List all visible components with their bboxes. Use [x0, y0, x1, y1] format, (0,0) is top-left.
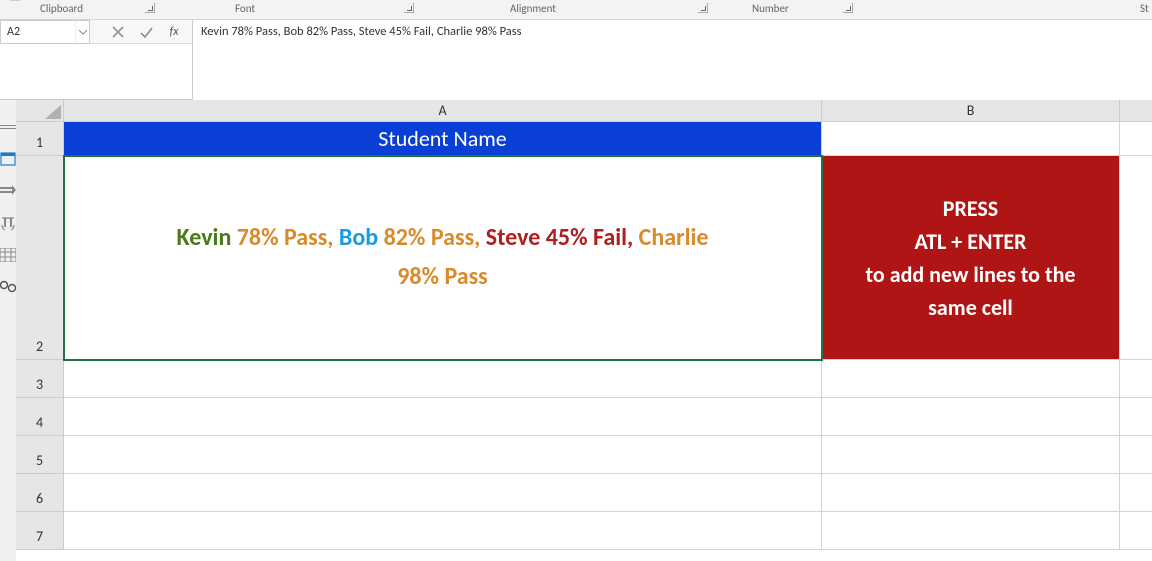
cell-A5[interactable] [64, 436, 822, 474]
cell-B2-content: PRESS ATL + ENTER to add new lines to th… [840, 192, 1101, 324]
clipboard-launcher-icon[interactable] [145, 3, 155, 13]
name-box-value[interactable]: A2 [1, 25, 75, 39]
formula-bar-row: A2 fx Kevin 78% Pass, Bob 82% Pass, Stev… [0, 20, 1152, 100]
pane-icon-1[interactable] [0, 120, 16, 134]
cell-A2-content: Kevin 78% Pass, Bob 82% Pass, Steve 45% … [177, 219, 709, 296]
cell-C1[interactable] [1120, 122, 1152, 156]
pane-icon-5[interactable] [0, 248, 16, 262]
alignment-launcher-icon[interactable] [698, 3, 708, 13]
row-header-3[interactable]: 3 [16, 360, 64, 398]
cancel-entry-button[interactable] [110, 24, 126, 40]
cell-B3[interactable] [822, 360, 1120, 398]
font-launcher-icon[interactable] [404, 3, 414, 13]
name-box-dropdown-icon[interactable] [75, 21, 89, 43]
format-painter-label: Format Painter [26, 0, 86, 1]
ribbon-group-number: Number [752, 2, 789, 15]
cell-C7[interactable] [1120, 512, 1152, 550]
ribbon-group-styles: St [1140, 2, 1149, 15]
row-header-6[interactable]: 6 [16, 474, 64, 512]
formula-input[interactable]: Kevin 78% Pass, Bob 82% Pass, Steve 45% … [192, 20, 1152, 100]
cell-C4[interactable] [1120, 398, 1152, 436]
cell-A3[interactable] [64, 360, 822, 398]
ribbon-group-font: Font [235, 2, 255, 15]
name-box[interactable]: A2 [0, 20, 90, 44]
cell-B4[interactable] [822, 398, 1120, 436]
ribbon-group-strip: Format Painter Clipboard Font Alignment … [0, 0, 1152, 20]
row-header-5[interactable]: 5 [16, 436, 64, 474]
cell-A1[interactable]: Student Name [64, 122, 822, 156]
cell-B7[interactable] [822, 512, 1120, 550]
cell-A2[interactable]: Kevin 78% Pass, Bob 82% Pass, Steve 45% … [64, 156, 822, 360]
select-all-corner[interactable] [16, 100, 64, 122]
pane-icon-4[interactable] [0, 216, 16, 230]
cell-C6[interactable] [1120, 474, 1152, 512]
cell-B2[interactable]: PRESS ATL + ENTER to add new lines to th… [822, 156, 1120, 360]
cell-B6[interactable] [822, 474, 1120, 512]
column-header-rest[interactable] [1120, 100, 1152, 122]
cell-C3[interactable] [1120, 360, 1152, 398]
enter-entry-button[interactable] [138, 24, 154, 40]
row-header-2[interactable]: 2 [16, 156, 64, 360]
insert-function-button[interactable]: fx [166, 24, 182, 40]
left-tool-pane [0, 100, 16, 561]
cell-A6[interactable] [64, 474, 822, 512]
cell-C5[interactable] [1120, 436, 1152, 474]
column-header-B[interactable]: B [822, 100, 1120, 122]
cell-B1[interactable] [822, 122, 1120, 156]
cell-A4[interactable] [64, 398, 822, 436]
pane-icon-2[interactable] [0, 152, 16, 166]
row-header-4[interactable]: 4 [16, 398, 64, 436]
row-header-1[interactable]: 1 [16, 122, 64, 156]
ribbon-group-alignment: Alignment [510, 2, 556, 15]
ribbon-group-clipboard: Clipboard [40, 2, 83, 15]
row-header-7[interactable]: 7 [16, 512, 64, 550]
cell-B5[interactable] [822, 436, 1120, 474]
column-header-A[interactable]: A [64, 100, 822, 122]
cell-A7[interactable] [64, 512, 822, 550]
pane-icon-3[interactable] [0, 184, 16, 198]
cell-C2[interactable] [1120, 156, 1152, 360]
pane-icon-find[interactable] [0, 280, 16, 294]
number-launcher-icon[interactable] [843, 3, 853, 13]
spreadsheet-grid[interactable]: A B 1 2 3 4 5 6 7 Student Name [16, 100, 1152, 561]
